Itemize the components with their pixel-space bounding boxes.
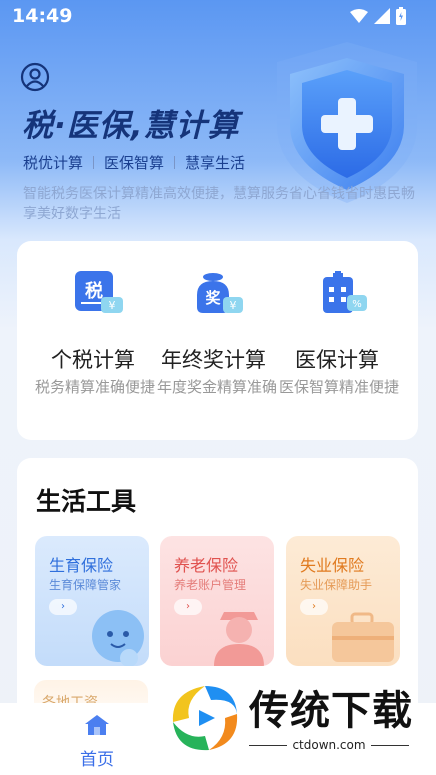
section-title: 生活工具 (36, 487, 137, 516)
chevron-right-icon[interactable]: › (300, 599, 328, 615)
watermark-logo: 传统下载 ctdown.com (165, 676, 415, 768)
svg-text:¥: ¥ (109, 299, 116, 312)
shield-cross-icon (277, 42, 417, 203)
tool-maternity-insurance[interactable]: 生育保险 生育保障管家 › (35, 536, 149, 666)
tool-subtitle: 失业保障助手 (300, 578, 373, 592)
calc-name: 年终奖计算 (161, 348, 266, 372)
tool-title: 养老保险 (174, 556, 239, 575)
tool-title: 生育保险 (49, 556, 114, 575)
watermark-logo-icon (172, 686, 238, 751)
tool-unemployment-insurance[interactable]: 失业保险 失业保障助手 › (286, 536, 400, 666)
chevron-right-icon[interactable]: › (174, 599, 202, 615)
hero-tags: 税优计算 医保智算 慧享生活 (23, 152, 245, 173)
watermark-text: 传统下载 (249, 688, 413, 734)
status-time: 14:49 (12, 5, 73, 27)
tag-divider (174, 156, 176, 169)
home-icon (85, 715, 109, 735)
svg-text:¥: ¥ (230, 299, 237, 312)
chevron-right-icon[interactable]: › (49, 599, 77, 615)
calculator-card: 税 ¥ 个税计算 税务精算准确便捷 奖 ¥ 年终奖计算 年度奖金精算准确 % 医… (17, 241, 418, 440)
calc-desc: 年度奖金精算准确 (157, 378, 278, 396)
tool-subtitle: 养老账户管理 (174, 578, 247, 592)
svg-text:%: % (352, 299, 362, 310)
watermark-divider (371, 745, 409, 746)
calc-item-bonus[interactable]: 奖 ¥ 年终奖计算 年度奖金精算准确 (157, 241, 279, 440)
tool-subtitle: 生育保障管家 (49, 578, 122, 592)
svg-text:税: 税 (85, 280, 103, 302)
bonus-bag-icon: 奖 ¥ (197, 273, 243, 313)
battery-icon (396, 7, 406, 25)
baby-icon (92, 610, 144, 666)
tag-tax: 税优计算 (23, 154, 84, 172)
calc-name: 医保计算 (295, 348, 379, 372)
hospital-icon: % (323, 271, 367, 313)
tag-divider (93, 156, 95, 169)
elderly-icon (214, 612, 264, 666)
tag-medical: 医保智算 (104, 154, 165, 172)
hero-description: 智能税务医保计算精准高效便捷，慧算服务省心省钱省时惠民畅享美好数字生活 (23, 186, 415, 222)
calc-desc: 税务精算准确便捷 (35, 378, 156, 396)
wifi-icon (350, 9, 368, 23)
tool-title: 失业保险 (300, 556, 365, 575)
user-avatar-icon[interactable] (20, 62, 50, 92)
tag-life: 慧享生活 (185, 154, 246, 172)
briefcase-icon (332, 612, 394, 662)
tool-pension-insurance[interactable]: 养老保险 养老账户管理 › (160, 536, 274, 666)
signal-icon (374, 8, 390, 24)
calc-item-income-tax[interactable]: 税 ¥ 个税计算 税务精算准确便捷 (35, 241, 157, 440)
nav-home-tab[interactable]: 首页 (72, 713, 122, 773)
calc-item-medical[interactable]: % 医保计算 医保智算精准便捷 (279, 241, 401, 440)
svg-text:奖: 奖 (205, 289, 221, 307)
nav-home-label: 首页 (80, 750, 114, 770)
calc-desc: 医保智算精准便捷 (279, 378, 400, 396)
calc-name: 个税计算 (51, 348, 135, 372)
status-bar: 14:49 (0, 0, 436, 32)
tax-calculator-icon: 税 ¥ (75, 271, 123, 313)
page-title: 税·医保,慧计算 (22, 108, 240, 144)
status-icons (350, 7, 406, 25)
